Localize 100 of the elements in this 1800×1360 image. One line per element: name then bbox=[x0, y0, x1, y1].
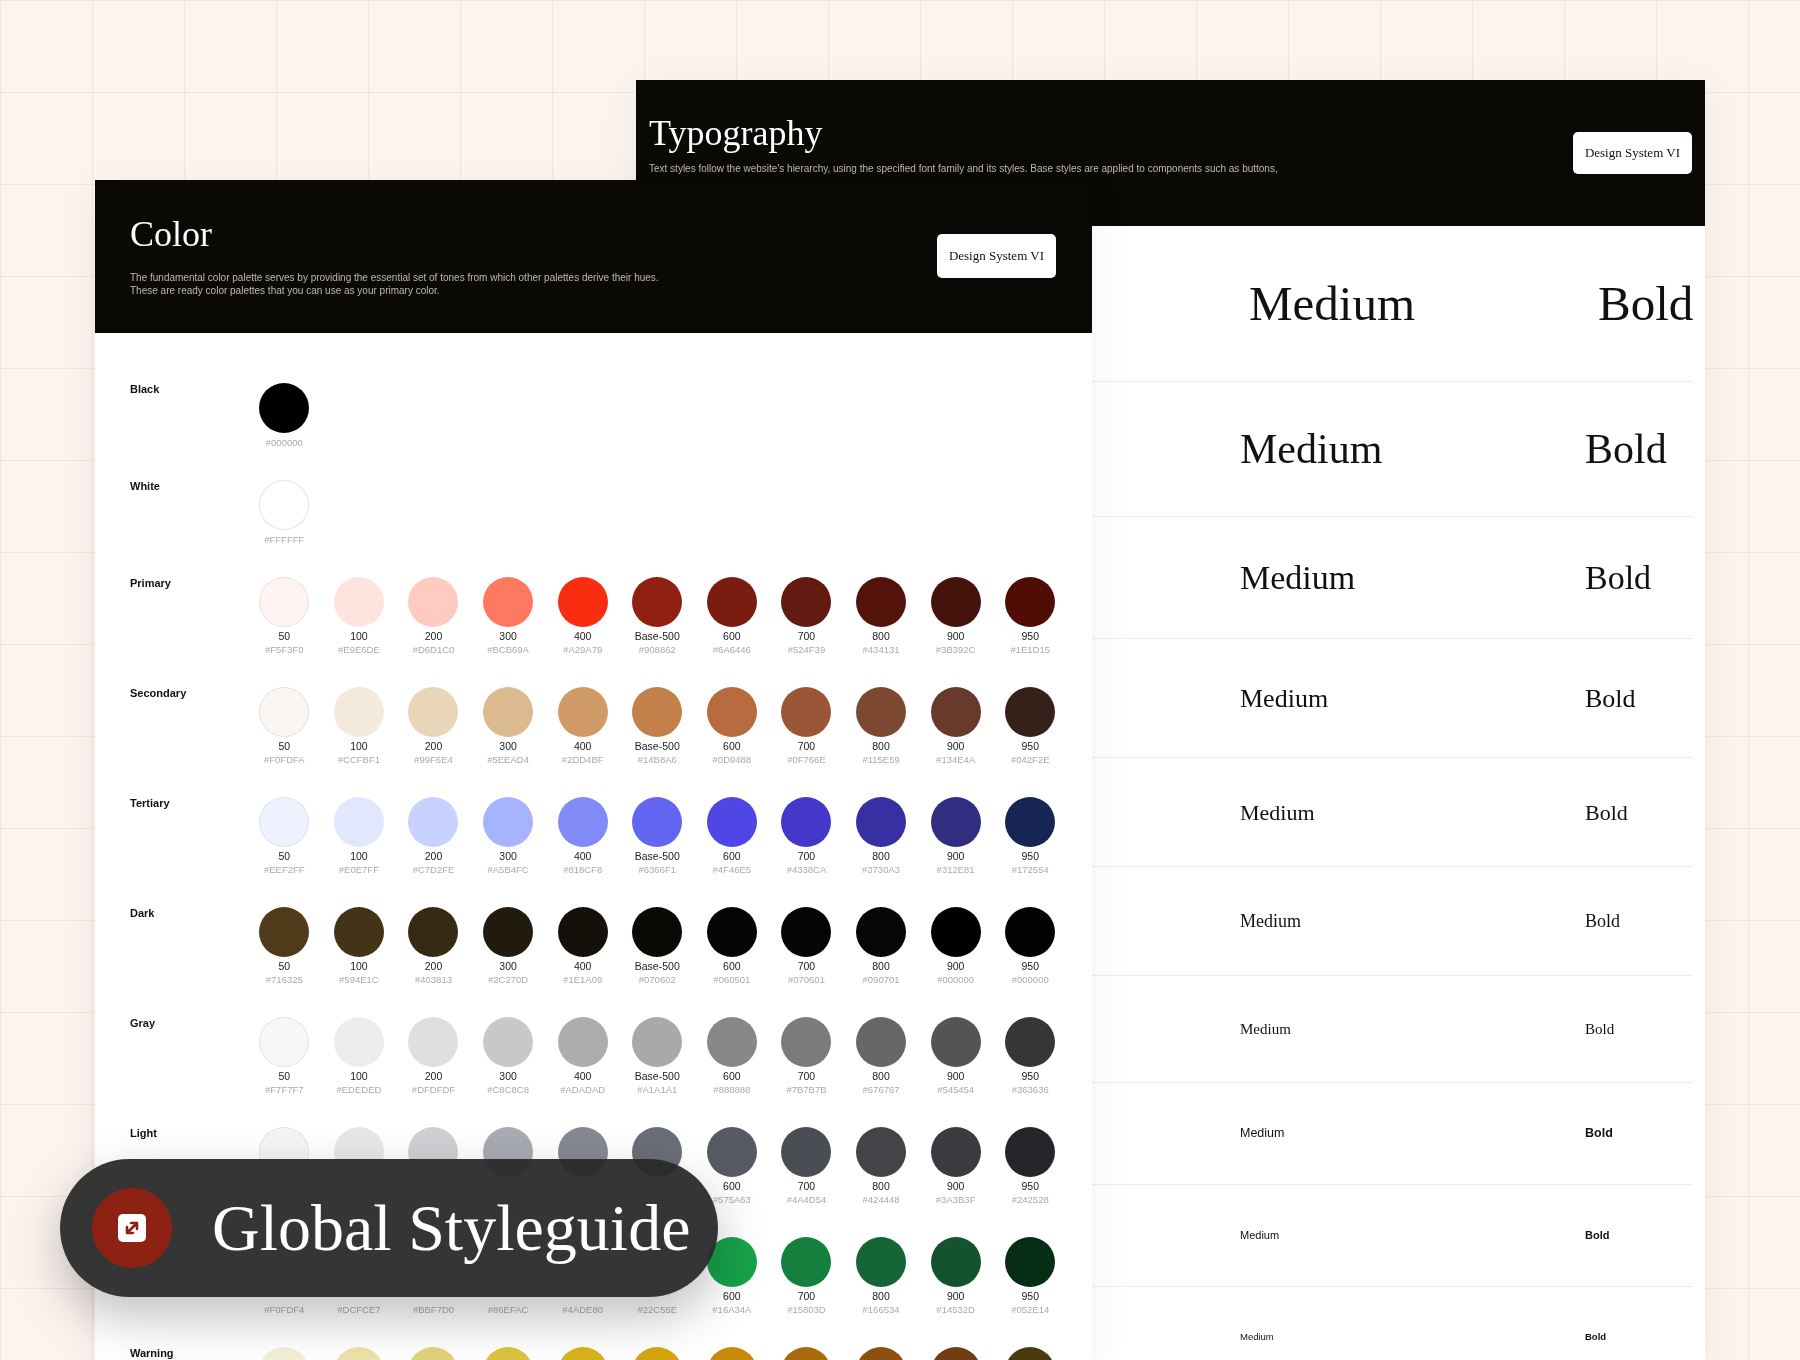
swatch-label: Base-500 bbox=[634, 630, 680, 642]
sample-text: Medium bbox=[1240, 1330, 1274, 1345]
swatch-label: 400 bbox=[573, 630, 592, 642]
hex-code: #4A4D54 bbox=[786, 1194, 827, 1205]
swatch-label: 300 bbox=[499, 960, 517, 972]
hex-code: #3B392C bbox=[935, 644, 976, 655]
swatch-label: 400 bbox=[573, 1070, 592, 1082]
sample-text: Bold bbox=[1585, 682, 1636, 715]
hex-code: #312E81 bbox=[936, 864, 975, 875]
swatch-label: 200 bbox=[424, 960, 443, 972]
sample-text: Bold bbox=[1585, 1019, 1615, 1039]
hex-code: #0F766E bbox=[787, 754, 826, 765]
swatch-label: Base-500 bbox=[634, 1070, 680, 1082]
sample-text: Medium bbox=[1240, 424, 1383, 474]
swatch-label: 950 bbox=[1021, 850, 1039, 862]
hex-code: #D6D1C0 bbox=[412, 644, 455, 655]
hex-code: #E0E7FF bbox=[338, 864, 379, 875]
swatch-label: 950 bbox=[1021, 960, 1039, 972]
sample-text: Medium bbox=[1240, 798, 1315, 827]
sample-text: Bold bbox=[1585, 798, 1628, 827]
hex-code: #424448 bbox=[862, 1194, 900, 1205]
swatch-label: 950 bbox=[1021, 630, 1039, 642]
swatch-label: 600 bbox=[723, 960, 741, 972]
swatch-label: 300 bbox=[499, 850, 517, 862]
hex-code: #052E14 bbox=[1011, 1304, 1050, 1315]
swatch-label: 600 bbox=[723, 1290, 741, 1302]
swatch-label: 200 bbox=[424, 850, 443, 862]
swatch-label: Base-500 bbox=[634, 960, 680, 972]
hex-code: #86EFAC bbox=[487, 1304, 529, 1315]
hex-code: #EDEDED bbox=[336, 1084, 382, 1095]
swatch-label: 800 bbox=[872, 630, 890, 642]
swatch-label: 100 bbox=[350, 960, 368, 972]
sample-text: Bold bbox=[1585, 424, 1667, 474]
hex-code: #2DD4BF bbox=[561, 754, 604, 765]
swatch-label: 700 bbox=[797, 740, 816, 752]
palette-name: Tertiary bbox=[130, 797, 170, 809]
hex-code: #14532D bbox=[936, 1304, 975, 1315]
swatch-label: 950 bbox=[1021, 1290, 1039, 1302]
hex-code: #6366F1 bbox=[638, 864, 676, 875]
swatch-label: 800 bbox=[872, 1070, 890, 1082]
swatch-label: 400 bbox=[573, 850, 592, 862]
hex-code: #F7F7F7 bbox=[265, 1084, 304, 1095]
hex-code: #ADADAD bbox=[560, 1084, 606, 1095]
sample-text: Bold bbox=[1598, 274, 1694, 333]
swatch-label: 100 bbox=[350, 1070, 368, 1082]
palette-name: Black bbox=[130, 383, 160, 395]
sample-text: Bold bbox=[1585, 558, 1652, 598]
panel-title: Typography bbox=[649, 114, 823, 154]
hex-code: #C7D2FE bbox=[412, 864, 455, 875]
swatch-label: 200 bbox=[424, 1070, 443, 1082]
hex-code: #0D9488 bbox=[712, 754, 752, 765]
hex-code: #99F6E4 bbox=[414, 754, 453, 765]
swatch-label: 200 bbox=[424, 630, 443, 642]
design-system-button[interactable]: Design System VI bbox=[936, 234, 1056, 278]
swatch-label: 900 bbox=[946, 630, 965, 642]
swatch-label: 800 bbox=[872, 960, 890, 972]
palette-name: Dark bbox=[130, 907, 155, 919]
swatch-label: 950 bbox=[1021, 1070, 1039, 1082]
hex-code: #524F39 bbox=[787, 644, 826, 655]
hex-code: #F5F3F0 bbox=[265, 644, 304, 655]
swatch-label: 700 bbox=[797, 630, 816, 642]
hex-code: #172554 bbox=[1011, 864, 1049, 875]
palette-name: Warning bbox=[130, 1347, 174, 1359]
sample-text: Medium bbox=[1240, 1019, 1291, 1039]
expand-icon bbox=[118, 1214, 146, 1242]
hex-code: #716325 bbox=[265, 974, 303, 985]
hex-code: #DFDFDF bbox=[411, 1084, 456, 1095]
swatch-label: 600 bbox=[723, 1070, 741, 1082]
swatch-label: 900 bbox=[946, 740, 965, 752]
swatch-label: 900 bbox=[946, 850, 965, 862]
sample-text: Medium bbox=[1240, 909, 1301, 933]
hex-code: #3730A3 bbox=[862, 864, 901, 875]
hex-code: #7B7B7B bbox=[786, 1084, 827, 1095]
hex-code: #CCFBF1 bbox=[337, 754, 380, 765]
swatch-label: 900 bbox=[946, 1070, 965, 1082]
hex-code: #16A34A bbox=[712, 1304, 752, 1315]
hex-code: #F0FDF4 bbox=[264, 1304, 305, 1315]
palette-name: Primary bbox=[130, 577, 171, 589]
swatch-label: 50 bbox=[278, 630, 291, 642]
hex-code: #1E1D15 bbox=[1010, 644, 1051, 655]
hex-code: #4F46E5 bbox=[712, 864, 752, 875]
hex-code: #5EEAD4 bbox=[487, 754, 529, 765]
hex-code: #818CF8 bbox=[563, 864, 603, 875]
swatch-label: 200 bbox=[424, 740, 443, 752]
swatch-label: 950 bbox=[1021, 740, 1039, 752]
swatch-label: 800 bbox=[872, 1290, 890, 1302]
hex-code: #060501 bbox=[713, 974, 751, 985]
swatch-label: 300 bbox=[499, 740, 517, 752]
swatch-label: Base-500 bbox=[634, 850, 680, 862]
swatch-label: 700 bbox=[797, 1070, 816, 1082]
design-system-button[interactable]: Design System VI bbox=[1572, 132, 1692, 174]
swatch-label: 900 bbox=[946, 1180, 965, 1192]
swatch-label: 300 bbox=[499, 1070, 517, 1082]
swatch-label: 300 bbox=[499, 630, 517, 642]
hex-code: #22C55E bbox=[637, 1304, 678, 1315]
hex-code: #DCFCE7 bbox=[337, 1304, 381, 1315]
swatch-label: 100 bbox=[350, 850, 368, 862]
sample-text: Bold bbox=[1585, 1125, 1613, 1143]
sample-text: Medium bbox=[1240, 558, 1356, 598]
swatch-label: 700 bbox=[797, 1290, 816, 1302]
